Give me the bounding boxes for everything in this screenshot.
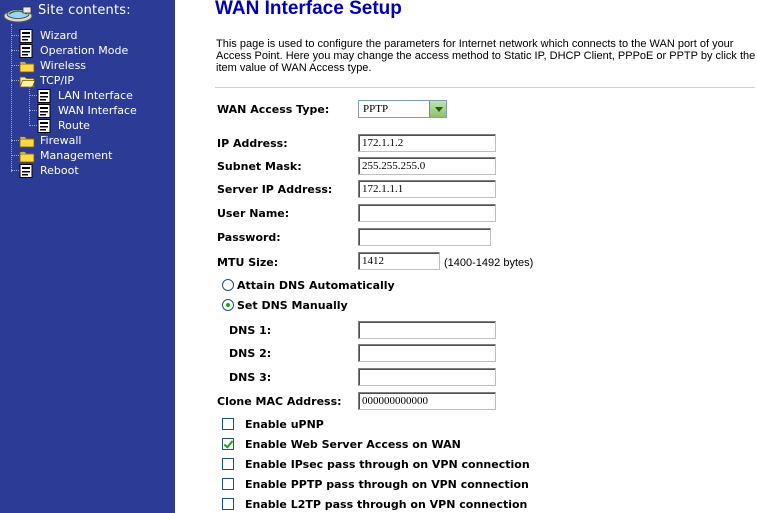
- folder-icon: [19, 76, 35, 87]
- enable-pptp-checkbox[interactable]: [222, 478, 234, 490]
- ip-address-input[interactable]: 172.1.1.2: [358, 134, 496, 152]
- sidebar-item-operation-mode[interactable]: Operation Mode: [19, 43, 128, 58]
- dns-manual-radio[interactable]: [222, 299, 234, 311]
- tree-line: [11, 170, 19, 171]
- sidebar-item-firewall[interactable]: Firewall: [19, 133, 81, 148]
- sidebar-item-wireless[interactable]: Wireless: [19, 58, 86, 73]
- tree-line: [11, 155, 19, 156]
- clone-mac-input[interactable]: 000000000000: [358, 392, 496, 410]
- dns3-input[interactable]: [358, 368, 496, 386]
- sidebar-item-wizard[interactable]: Wizard: [19, 28, 78, 43]
- tree-line: [11, 65, 19, 66]
- dns2-input[interactable]: [358, 344, 496, 362]
- dns1-label: DNS 1:: [229, 324, 272, 337]
- enable-pptp-label: Enable PPTP pass through on VPN connecti…: [245, 478, 529, 491]
- enable-ipsec-checkbox[interactable]: [222, 458, 234, 470]
- tree-line: [11, 50, 19, 51]
- sidebar-item-management[interactable]: Management: [19, 148, 112, 163]
- user-name-input[interactable]: [358, 204, 496, 222]
- tree-line: [11, 80, 19, 81]
- tree-line: [29, 125, 37, 126]
- folder-icon: [19, 136, 35, 147]
- dns3-label: DNS 3:: [229, 371, 272, 384]
- mtu-size-label: MTU Size:: [217, 256, 279, 269]
- dns1-input[interactable]: [358, 321, 496, 339]
- tree-line: [29, 110, 37, 111]
- tree-line: [11, 24, 12, 172]
- enable-l2tp-label: Enable L2TP pass through on VPN connecti…: [245, 498, 528, 511]
- enable-l2tp-checkbox[interactable]: [222, 498, 234, 510]
- globe-computer-icon: [3, 6, 33, 23]
- document-page-icon: [19, 28, 33, 43]
- wan-access-type-label: WAN Access Type:: [217, 103, 330, 116]
- sidebar-item-route[interactable]: Route: [37, 118, 90, 133]
- folder-icon: [19, 61, 35, 72]
- dns2-label: DNS 2:: [229, 347, 272, 360]
- mtu-size-hint: (1400-1492 bytes): [444, 257, 534, 269]
- password-input[interactable]: [358, 228, 491, 246]
- document-page-icon: [37, 118, 51, 133]
- subnet-mask-input[interactable]: 255.255.255.0: [358, 157, 496, 175]
- enable-web-access-label: Enable Web Server Access on WAN: [245, 438, 461, 451]
- page-title: WAN Interface Setup: [215, 0, 402, 19]
- enable-upnp-checkbox[interactable]: [222, 418, 234, 430]
- page-description: This page is used to configure the param…: [216, 38, 756, 74]
- ip-address-label: IP Address:: [217, 137, 288, 150]
- subnet-mask-label: Subnet Mask:: [217, 160, 302, 173]
- document-page-icon: [37, 103, 51, 118]
- main-content: WAN Interface Setup This page is used to…: [175, 0, 757, 513]
- clone-mac-label: Clone MAC Address:: [217, 395, 342, 408]
- sidebar-item-wan-interface[interactable]: WAN Interface: [37, 103, 137, 118]
- sidebar: Site contents: Wizard Operation Mode Wir…: [0, 0, 175, 513]
- tree-line: [11, 140, 19, 141]
- server-ip-input[interactable]: 172.1.1.1: [358, 180, 496, 198]
- enable-web-access-checkbox[interactable]: [222, 438, 234, 450]
- server-ip-label: Server IP Address:: [217, 183, 333, 196]
- folder-icon: [19, 151, 35, 162]
- sidebar-item-tcpip[interactable]: TCP/IP: [19, 73, 74, 88]
- sidebar-title: Site contents:: [38, 3, 131, 18]
- user-name-label: User Name:: [217, 207, 290, 220]
- dns-auto-label: Attain DNS Automatically: [237, 279, 395, 292]
- mtu-size-input[interactable]: 1412: [358, 252, 440, 270]
- password-label: Password:: [217, 231, 281, 244]
- tree-line: [29, 84, 30, 126]
- dns-auto-radio[interactable]: [222, 279, 234, 291]
- sidebar-item-reboot[interactable]: Reboot: [19, 163, 79, 178]
- sidebar-item-lan-interface[interactable]: LAN Interface: [37, 88, 133, 103]
- enable-upnp-label: Enable uPNP: [245, 418, 324, 431]
- divider: [215, 87, 755, 88]
- enable-ipsec-label: Enable IPsec pass through on VPN connect…: [245, 458, 530, 471]
- sidebar-header: Site contents:: [0, 2, 175, 23]
- chevron-down-icon[interactable]: [429, 101, 446, 117]
- document-page-icon: [19, 43, 33, 58]
- dns-manual-label: Set DNS Manually: [237, 299, 348, 312]
- tree-line: [29, 95, 37, 96]
- wan-access-type-select[interactable]: PPTP: [358, 100, 447, 118]
- document-page-icon: [37, 88, 51, 103]
- document-page-icon: [19, 163, 33, 178]
- tree-line: [11, 35, 19, 36]
